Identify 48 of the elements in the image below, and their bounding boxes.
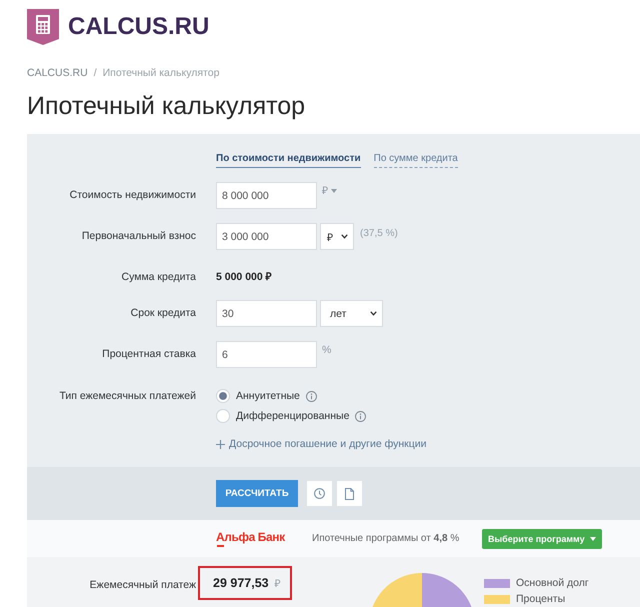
info-icon[interactable]	[306, 390, 317, 402]
radio-label[interactable]: Дифференцированные	[236, 410, 350, 422]
field-label: Стоимость недвижимости	[70, 188, 196, 203]
logo-text[interactable]: CALCUS.RU	[68, 13, 210, 41]
caret-down-icon	[590, 536, 596, 540]
field-label: Срок кредита	[130, 306, 196, 321]
unit-select[interactable]: лет	[320, 300, 383, 327]
legend-label: Основной долг	[516, 577, 589, 589]
mode-tab[interactable]: По стоимости недвижимости	[216, 152, 361, 168]
loan-amount-value: 5 000 000 ₽	[216, 270, 272, 285]
mode-tab[interactable]: По сумме кредита	[374, 152, 458, 168]
value-input[interactable]: 6	[216, 341, 317, 368]
clock-button[interactable]	[307, 481, 332, 506]
value-input[interactable]: 8 000 000	[216, 182, 317, 209]
caret-down-icon	[331, 189, 337, 193]
percent-note: (37,5 %)	[360, 228, 398, 240]
field-label: Сумма кредита	[122, 270, 196, 285]
value-input[interactable]: 30	[216, 300, 317, 327]
field-label: Первоначальный взнос	[82, 229, 196, 244]
breadcrumb-link[interactable]: CALCUS.RU	[27, 66, 88, 80]
document-icon	[345, 488, 354, 500]
offer-text: Ипотечные программы от 4,8 %	[312, 533, 460, 544]
field-label: Процентная ставка	[102, 347, 196, 362]
more-options-link[interactable]: Досрочное погашение и другие функции	[216, 437, 427, 451]
result-label: Ежемесячный платеж	[88, 578, 196, 592]
chevron-down-icon	[370, 311, 377, 316]
chevron-down-icon	[341, 234, 348, 239]
clock-icon	[314, 488, 325, 499]
radio-button[interactable]	[216, 389, 230, 403]
info-icon[interactable]	[355, 410, 366, 422]
radio-button[interactable]	[216, 409, 230, 423]
breadcrumb-current: Ипотечный калькулятор	[102, 66, 220, 80]
monthly-payment-value: 29 977,53	[213, 576, 269, 590]
unit-select[interactable]: ₽	[320, 223, 354, 250]
legend-label: Проценты	[516, 593, 566, 605]
pie-slice	[422, 573, 472, 607]
breadcrumb-separator: /	[94, 66, 97, 80]
pie-slice	[372, 573, 422, 607]
field-label: Тип ежемесячных платежей	[59, 389, 196, 404]
calculator-logo-icon[interactable]	[27, 9, 59, 45]
value-input[interactable]: 3 000 000	[216, 223, 317, 250]
bank-logo[interactable]: Альфа Банк	[216, 530, 285, 547]
document-button[interactable]	[337, 481, 362, 506]
currency-sign: ₽	[274, 577, 281, 590]
page-title: Ипотечный калькулятор	[27, 91, 306, 121]
plus-icon	[216, 440, 225, 448]
unit-label: %	[322, 344, 332, 356]
radio-label[interactable]: Аннуитетные	[236, 390, 300, 402]
